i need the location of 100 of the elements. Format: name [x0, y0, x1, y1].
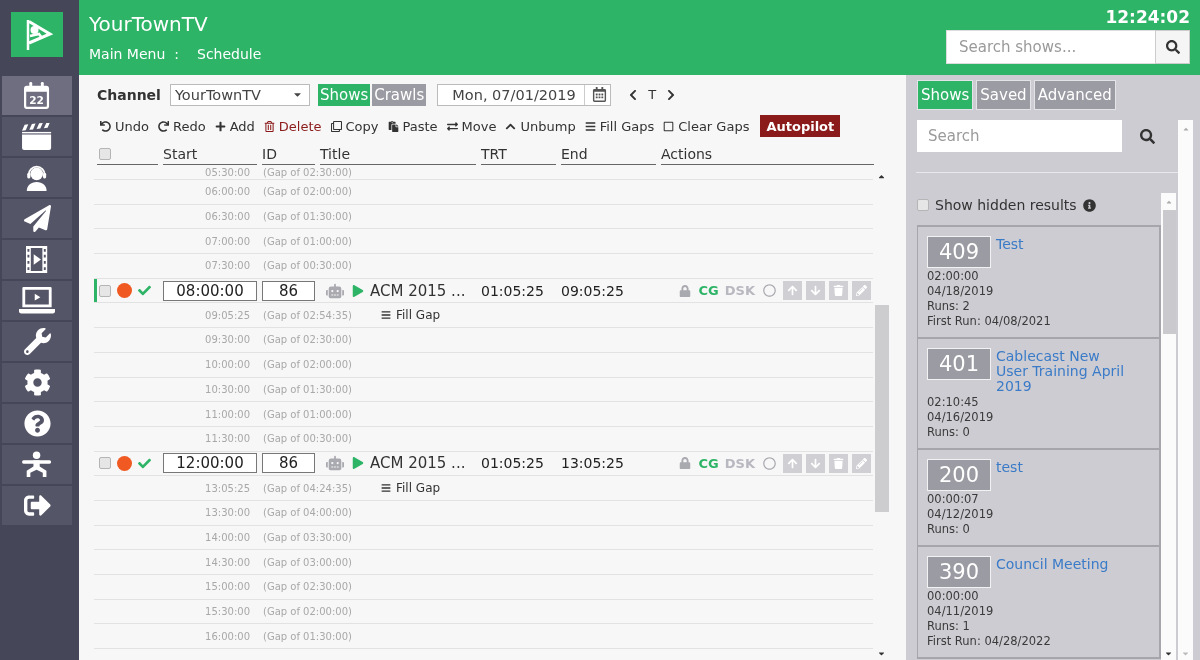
- search-button[interactable]: [1155, 30, 1190, 64]
- autopilot-button[interactable]: Autopilot: [760, 115, 841, 137]
- move-up-button[interactable]: [783, 281, 802, 301]
- sidebar-item[interactable]: 22: [2, 76, 72, 115]
- sidebar-item[interactable]: [2, 363, 72, 402]
- delete-button[interactable]: [829, 453, 848, 473]
- sidebar-item[interactable]: [2, 486, 72, 525]
- help-icon: [23, 410, 51, 437]
- date-field[interactable]: Mon, 07/01/2019: [437, 83, 612, 106]
- checkbox[interactable]: [99, 284, 111, 297]
- move-down-button[interactable]: [806, 453, 825, 473]
- fill-button[interactable]: Fill Gaps: [583, 118, 656, 134]
- app-title: YourTownTV: [89, 11, 208, 38]
- trash-icon: [263, 120, 275, 132]
- checkbox[interactable]: [99, 148, 111, 160]
- result-card[interactable]: 401 Cablecast New User Training April 2019 02:10:45 04/16/2019 Runs: 0: [917, 339, 1161, 450]
- result-card[interactable]: 390 Council Meeting 00:00:00 04/11/2019 Runs: 1 First Run: 04/28/2022: [917, 547, 1161, 659]
- gap-start-time: 11:30:00: [205, 433, 250, 445]
- settings-icon: [23, 369, 51, 396]
- detail-text: First Run: 04/08/2021: [927, 314, 1051, 329]
- scrollbar-track[interactable]: [1161, 193, 1176, 660]
- paste-button[interactable]: Paste: [386, 118, 439, 134]
- gap-start-time: 13:05:25: [205, 482, 250, 494]
- play-icon: [352, 457, 364, 470]
- sidebar-item[interactable]: [2, 240, 72, 279]
- column-header[interactable]: Actions: [661, 145, 874, 165]
- app-logo[interactable]: [11, 12, 63, 57]
- sidebar-item[interactable]: [2, 158, 72, 197]
- gap-start-time: 14:30:00: [205, 556, 250, 568]
- column-header[interactable]: End: [561, 145, 656, 165]
- column-header[interactable]: Start: [163, 145, 257, 165]
- gap-duration: (Gap of 04:24:35): [263, 482, 352, 494]
- edit-button[interactable]: [852, 453, 871, 473]
- checkbox[interactable]: [917, 199, 929, 211]
- gap-start-time: 09:05:25: [205, 309, 250, 321]
- info-icon[interactable]: [1082, 198, 1096, 212]
- sidebar-item[interactable]: [2, 117, 72, 156]
- redo-button[interactable]: Redo: [156, 118, 207, 134]
- show-id-field[interactable]: 86: [262, 280, 315, 301]
- delete-button[interactable]: [829, 281, 848, 301]
- fill-gap-button[interactable]: Fill Gap: [381, 481, 441, 496]
- gap-start-time: 06:00:00: [205, 186, 250, 198]
- gap-duration: (Gap of 01:00:00): [263, 235, 352, 247]
- clear-button[interactable]: Clear Gaps: [662, 118, 751, 134]
- detail-text: 02:00:00: [927, 269, 979, 284]
- show-id-field[interactable]: 86: [262, 453, 315, 474]
- calendar-icon[interactable]: [592, 87, 608, 102]
- trash-icon: [833, 285, 844, 297]
- gap-duration: (Gap of 03:00:00): [263, 556, 352, 568]
- lock-icon[interactable]: [678, 284, 691, 297]
- today-button[interactable]: T: [648, 87, 657, 102]
- edit-button[interactable]: [852, 281, 871, 301]
- gap-start-time: 14:00:00: [205, 531, 250, 543]
- sidebar-item[interactable]: [2, 404, 72, 443]
- result-card[interactable]: 409 Test 02:00:00 04/18/2019 Runs: 2 First Run: 04/08/2021: [917, 225, 1161, 339]
- column-header[interactable]: TRT: [481, 145, 556, 165]
- add-button[interactable]: Add: [213, 118, 256, 134]
- copy-button[interactable]: Copy: [329, 118, 380, 134]
- sidebar-item[interactable]: [2, 322, 72, 361]
- column-header[interactable]: Title: [320, 145, 476, 165]
- caret-up-icon[interactable]: [877, 172, 886, 181]
- play-icon: [352, 284, 364, 297]
- sidebar-item[interactable]: [2, 281, 72, 320]
- gap-duration: (Gap of 02:00:00): [263, 359, 352, 371]
- sidebar-item[interactable]: [2, 445, 72, 484]
- trash-icon: [833, 457, 844, 469]
- gap-duration: (Gap of 02:30:00): [263, 166, 352, 178]
- move-down-button[interactable]: [806, 281, 825, 301]
- gap-duration: (Gap of 02:00:00): [263, 186, 352, 198]
- move-up-button[interactable]: [783, 453, 802, 473]
- fill-gap-button[interactable]: Fill Gap: [381, 308, 441, 323]
- unbump-button[interactable]: Unbump: [504, 118, 577, 134]
- caret-down-icon[interactable]: [877, 649, 886, 658]
- result-card[interactable]: 200 test 00:00:07 04/12/2019 Runs: 0: [917, 450, 1161, 547]
- channel-select[interactable]: YourTownTV: [169, 83, 310, 106]
- search-field[interactable]: Search shows...: [946, 30, 1155, 64]
- undo-button[interactable]: Undo: [99, 118, 150, 134]
- start-time-field[interactable]: 12:00:00: [163, 453, 257, 474]
- sidebar-item[interactable]: [2, 199, 72, 238]
- search-field[interactable]: Search: [917, 120, 1122, 152]
- checkbox[interactable]: [99, 457, 111, 470]
- check-icon: [138, 456, 151, 470]
- column-header[interactable]: ID: [262, 145, 315, 165]
- robot-icon: [326, 281, 344, 300]
- gap-duration: (Gap of 04:00:00): [263, 507, 352, 519]
- delete-button[interactable]: Delete: [262, 118, 323, 134]
- pencil-icon: [856, 457, 867, 469]
- clipboard-icon: [387, 120, 399, 132]
- start-time-field[interactable]: 08:00:00: [163, 280, 257, 301]
- scrollbar-thumb[interactable]: [1163, 210, 1176, 334]
- scrollbar-thumb[interactable]: [874, 305, 889, 512]
- gap-start-time: 05:30:00: [205, 166, 250, 178]
- schedule-row[interactable]: 08:00:00 86 ACM 2015 ... 01:05:25 09:05:25 CG DSK: [94, 278, 873, 304]
- show-number: 390: [927, 556, 991, 588]
- gap-start-time: 09:30:00: [205, 334, 250, 346]
- search-icon[interactable]: [1140, 128, 1155, 144]
- schedule-row[interactable]: 12:00:00 86 ACM 2015 ... 01:05:25 13:05:25 CG DSK: [94, 451, 873, 477]
- lock-icon[interactable]: [678, 457, 691, 470]
- move-button[interactable]: Move: [445, 118, 498, 134]
- gap-start-time: 07:30:00: [205, 260, 250, 272]
